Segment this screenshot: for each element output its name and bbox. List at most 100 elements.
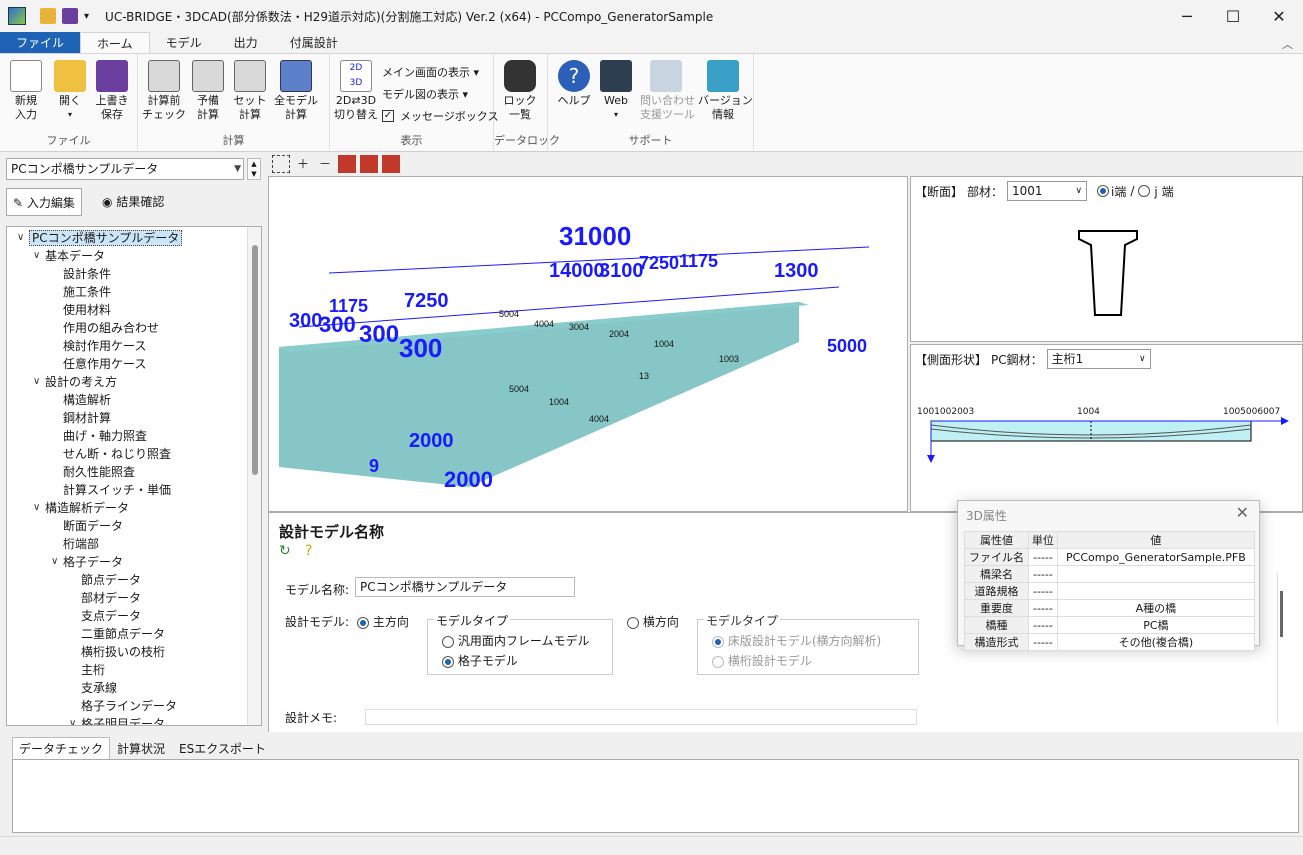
tree-item[interactable]: 格子ラインデータ: [81, 697, 177, 715]
slab-model-radio[interactable]: 床版設計モデル(横方向解析): [712, 632, 881, 649]
preliminary-calc-button[interactable]: 予備 計算: [186, 60, 230, 122]
tab-file[interactable]: ファイル: [0, 32, 81, 53]
steel-select[interactable]: 主桁1 ∨: [1046, 349, 1151, 369]
table-row[interactable]: 橋種 ----- PC橋: [963, 616, 1256, 634]
tree-item[interactable]: 使用材料: [63, 301, 111, 319]
help-hint-icon[interactable]: ?: [305, 543, 312, 559]
tree-item[interactable]: 部材データ: [81, 589, 141, 607]
tree-item[interactable]: 作用の組み合わせ: [63, 319, 159, 337]
tree-item[interactable]: 構造解析: [63, 391, 111, 409]
frame-model-radio[interactable]: 汎用面内フレームモデル: [442, 632, 589, 649]
cube-front-icon[interactable]: [338, 155, 356, 173]
web-button[interactable]: Web ▾: [594, 60, 638, 122]
open-quick-icon[interactable]: [40, 8, 56, 24]
data-select-combo[interactable]: PCコンポ橋サンプルデータ ▼: [6, 158, 244, 180]
zoom-out-icon[interactable]: －: [316, 155, 334, 173]
open-button[interactable]: 開く ▾: [48, 60, 92, 122]
crossbeam-model-radio[interactable]: 横桁設計モデル: [712, 652, 812, 669]
tree-item[interactable]: 任意作用ケース: [63, 355, 146, 373]
table-row[interactable]: 橋梁名 -----: [963, 565, 1256, 583]
main-view-dropdown[interactable]: メイン画面の表示 ▾: [382, 64, 479, 80]
version-info-button[interactable]: バージョン 情報: [698, 60, 753, 122]
cube-side-icon[interactable]: [360, 155, 378, 173]
tree-item[interactable]: 支点データ: [81, 607, 141, 625]
tree-item[interactable]: 主桁: [81, 661, 105, 679]
j-end-radio[interactable]: [1138, 185, 1151, 197]
member-select[interactable]: 1001 ∨: [1007, 181, 1088, 201]
expand-icon[interactable]: ∨: [69, 715, 76, 725]
maximize-button[interactable]: ☐: [1210, 0, 1256, 32]
help-button[interactable]: ? ヘルプ: [552, 60, 596, 108]
expand-icon[interactable]: ∨: [33, 373, 40, 391]
grid-model-radio[interactable]: 格子モデル: [442, 652, 518, 669]
cube-iso-icon[interactable]: [382, 155, 400, 173]
model-name-input[interactable]: PCコンポ橋サンプルデータ: [355, 577, 575, 597]
tree-item[interactable]: ∨ 格子明目データ: [69, 715, 165, 725]
set-calc-button[interactable]: セット 計算: [228, 60, 272, 122]
tree-scroll-thumb[interactable]: [252, 245, 258, 475]
tab-output[interactable]: 出力: [218, 32, 274, 53]
table-row[interactable]: ファイル名 ----- PCCompo_GeneratorSample.PFB: [963, 548, 1256, 566]
cross-direction-radio[interactable]: 横方向: [627, 613, 679, 630]
close-icon[interactable]: ✕: [1236, 503, 1249, 522]
i-end-radio[interactable]: [1097, 185, 1110, 197]
tree-item[interactable]: ∨ PCコンポ橋サンプルデータ: [17, 229, 183, 247]
message-box-checkbox[interactable]: ✓ メッセージボックス: [382, 108, 498, 124]
expand-icon[interactable]: ∨: [33, 247, 40, 265]
data-tree[interactable]: ∨ PCコンポ橋サンプルデータ ∨ 基本データ 設計条件 施工条件 使用材料 作用の組み合わせ…: [6, 226, 262, 726]
tree-item[interactable]: 支承線: [81, 679, 117, 697]
all-model-calc-button[interactable]: 全モデル 計算: [274, 60, 318, 122]
tree-item[interactable]: 節点データ: [81, 571, 141, 589]
main-direction-radio[interactable]: 主方向: [357, 613, 409, 630]
tree-item[interactable]: 耐久性能照査: [63, 463, 135, 481]
tree-item[interactable]: 横桁扱いの枝桁: [81, 643, 165, 661]
tree-item[interactable]: ∨ 設計の考え方: [33, 373, 117, 391]
switch-2d-3d-button[interactable]: 2D 3D 2D⇄3D 切り替え: [334, 60, 378, 122]
pre-check-button[interactable]: 計算前 チェック: [142, 60, 186, 122]
new-input-button[interactable]: 新規 入力: [4, 60, 48, 122]
tree-item[interactable]: ∨ 格子データ: [51, 553, 123, 571]
model-3d-view[interactable]: 31000 14000 3100 7250 1175 1300 1175 7250 300 300…: [268, 176, 908, 512]
expand-icon[interactable]: ∨: [17, 229, 24, 247]
form-scroll-thumb[interactable]: [1280, 591, 1283, 637]
form-scrollbar[interactable]: [1277, 573, 1289, 723]
tab-model[interactable]: モデル: [150, 32, 218, 53]
tree-item[interactable]: 桁端部: [63, 535, 99, 553]
tree-item[interactable]: せん断・ねじり照査: [63, 445, 171, 463]
tab-es-export[interactable]: ESエクスポート: [172, 737, 273, 759]
lock-list-button[interactable]: ロック 一覧: [498, 60, 542, 122]
combo-spin[interactable]: ▲ ▼: [247, 158, 261, 180]
zoom-in-icon[interactable]: ＋: [294, 155, 312, 173]
tree-item[interactable]: 施工条件: [63, 283, 111, 301]
table-row[interactable]: 構造形式 ----- その他(複合橋): [963, 633, 1256, 651]
design-memo-input[interactable]: [365, 709, 917, 725]
input-edit-button[interactable]: ✎ 入力編集: [6, 188, 82, 216]
tab-accessory[interactable]: 付属設計: [274, 32, 354, 53]
result-check-button[interactable]: ◉ 結果確認: [96, 188, 170, 216]
refresh-icon[interactable]: ↻: [279, 543, 291, 559]
save-quick-icon[interactable]: [62, 8, 78, 24]
tree-item[interactable]: 曲げ・軸力照査: [63, 427, 147, 445]
tree-item[interactable]: 計算スイッチ・単価: [63, 481, 171, 499]
quick-access-more-icon[interactable]: ▾: [84, 11, 89, 22]
close-button[interactable]: ✕: [1256, 0, 1302, 32]
tree-item[interactable]: 設計条件: [63, 265, 111, 283]
expand-icon[interactable]: ∨: [51, 553, 58, 571]
tab-home[interactable]: ホーム: [80, 32, 150, 53]
fit-view-icon[interactable]: [272, 155, 290, 173]
model-view-dropdown[interactable]: モデル図の表示 ▾: [382, 86, 468, 102]
tab-data-check[interactable]: データチェック: [12, 737, 111, 759]
minimize-button[interactable]: ─: [1164, 0, 1210, 32]
tree-item[interactable]: 二重節点データ: [81, 625, 165, 643]
tree-item[interactable]: 検討作用ケース: [63, 337, 146, 355]
table-row[interactable]: 道路規格 -----: [963, 582, 1256, 600]
collapse-ribbon-icon[interactable]: ︿: [1282, 36, 1293, 52]
overwrite-save-button[interactable]: 上書き 保存: [90, 60, 134, 122]
tree-item[interactable]: 断面データ: [63, 517, 123, 535]
tree-item[interactable]: ∨ 構造解析データ: [33, 499, 129, 517]
tab-calc-status[interactable]: 計算状況: [110, 737, 172, 759]
tree-item[interactable]: ∨ 基本データ: [33, 247, 105, 265]
expand-icon[interactable]: ∨: [33, 499, 40, 517]
table-row[interactable]: 重要度 ----- A種の橋: [963, 599, 1256, 617]
inquiry-support-button[interactable]: 問い合わせ 支援ツール: [640, 60, 695, 122]
